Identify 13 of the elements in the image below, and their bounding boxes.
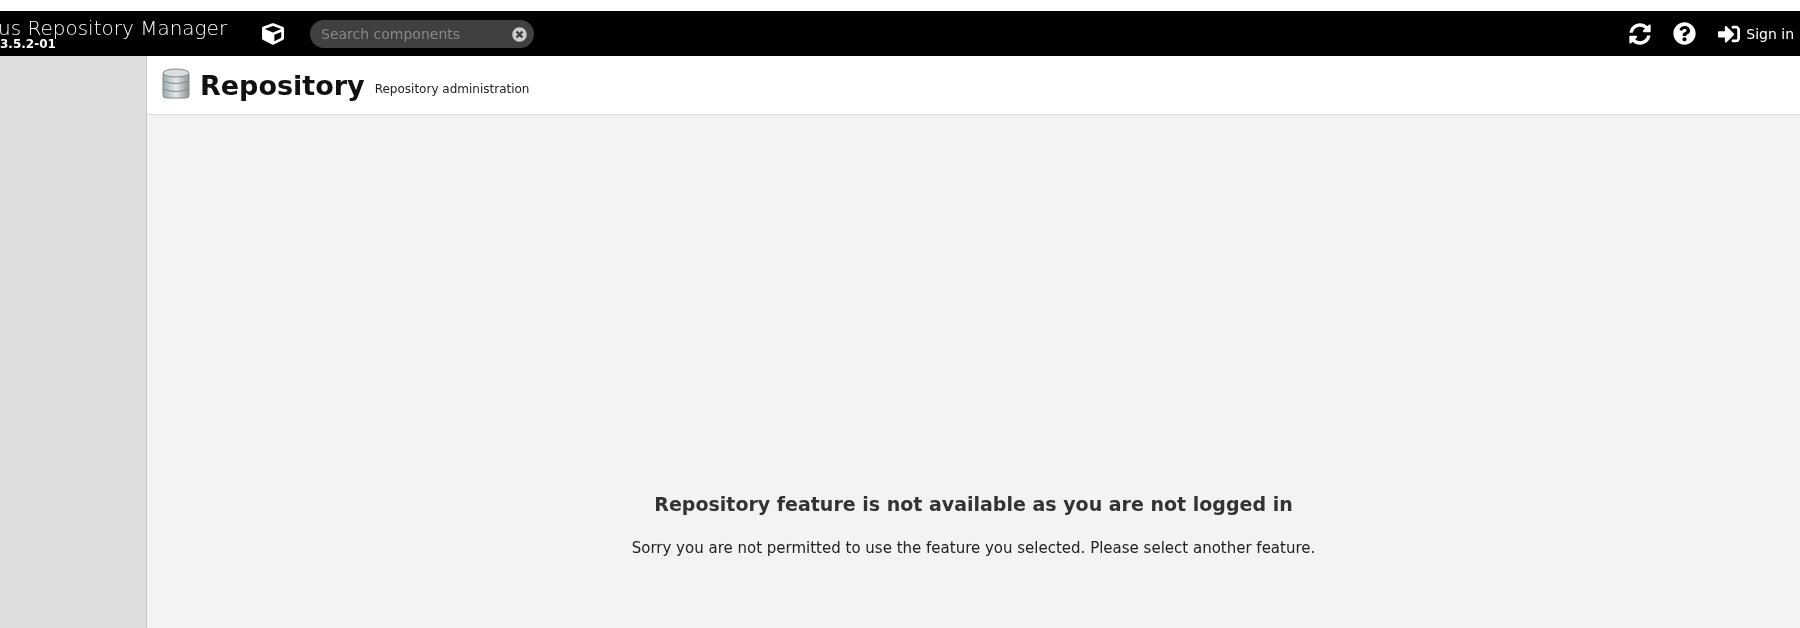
product-name: us Repository Manager xyxy=(0,17,229,38)
message-text: Sorry you are not permitted to use the feature you selected. Please select another feature. xyxy=(631,539,1316,557)
version-label: 3.5.2-01 xyxy=(0,37,56,50)
clear-icon[interactable] xyxy=(512,26,527,42)
database-icon xyxy=(162,68,190,102)
message-heading: Repository feature is not available as you are not logged in xyxy=(654,493,1293,515)
search-field[interactable]: Search components xyxy=(310,19,534,48)
sign-in-link[interactable]: Sign in xyxy=(1718,22,1794,45)
page-title: Repository xyxy=(200,69,365,101)
help-icon[interactable] xyxy=(1673,22,1697,45)
refresh-icon[interactable] xyxy=(1629,22,1652,45)
cube-icon[interactable] xyxy=(262,22,284,45)
page-subtitle: Repository administration xyxy=(374,82,530,96)
